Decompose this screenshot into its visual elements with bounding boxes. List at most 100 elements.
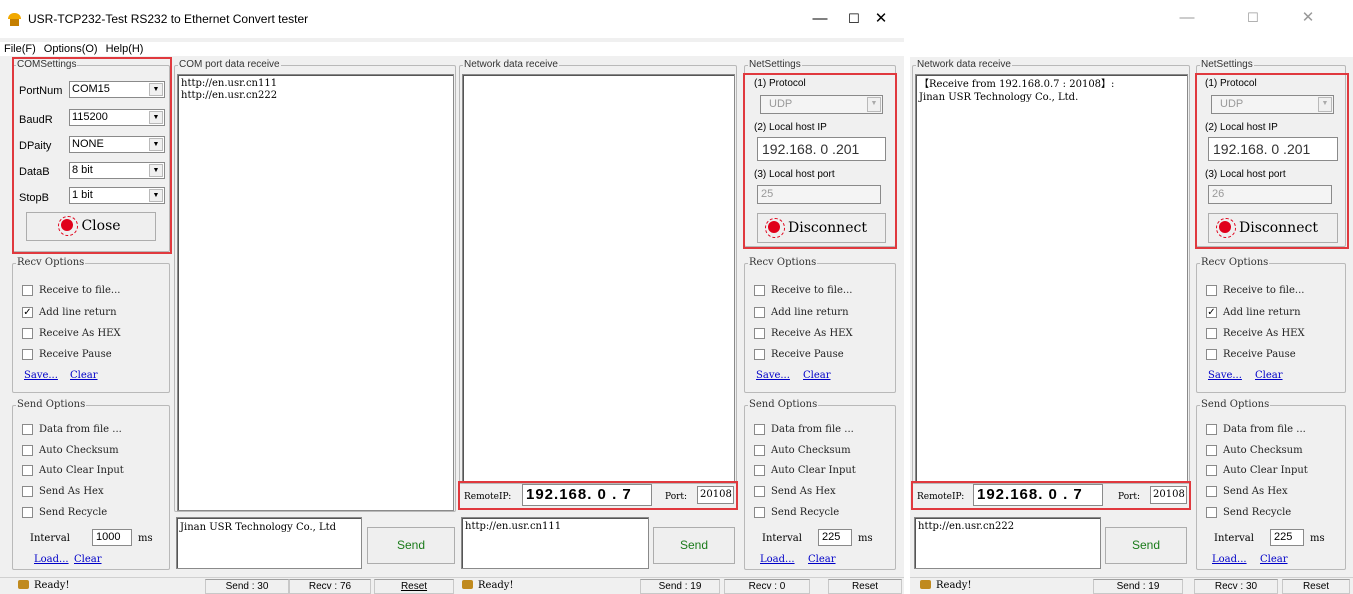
reset-button-2[interactable]: Reset [828,579,902,594]
protocol-select[interactable]: UDP ▼ [760,95,883,114]
add-line-return-checkbox[interactable]: ✓ Add line return [22,307,117,318]
add-line-return-checkbox[interactable]: Add line return [754,307,849,318]
com-send-button[interactable]: Send [367,527,455,564]
net-send-button-2[interactable]: Send [1105,527,1187,564]
send-as-hex-checkbox[interactable]: Send As Hex [754,486,836,497]
data-from-file-checkbox[interactable]: Data from file ... [22,424,122,435]
chevron-down-icon[interactable]: ▼ [149,111,163,124]
send-recycle-checkbox[interactable]: Send Recycle [22,507,107,518]
com-clear-send-link[interactable]: Clear [74,554,102,565]
checkbox-box[interactable] [22,285,33,296]
parity-select[interactable]: NONE ▼ [69,136,165,153]
save-link-2[interactable]: Save... [1208,370,1242,381]
port-num-select[interactable]: COM15 ▼ [69,81,165,98]
com-clear-recv-link[interactable]: Clear [70,370,98,381]
baud-rate-select[interactable]: 115200 ▼ [69,109,165,126]
checkbox-box[interactable] [754,349,765,360]
checkbox-box[interactable]: ✓ [1206,307,1217,318]
close-window-button[interactable]: ✕ [858,6,904,32]
remote-port-input-2[interactable]: 20108 [1150,486,1187,504]
minimize-button-2[interactable]: — [1164,5,1210,31]
net-load-link[interactable]: Load... [760,554,795,565]
receive-pause-checkbox[interactable]: Receive Pause [22,349,112,360]
checkbox-box[interactable] [1206,507,1217,518]
send-recycle-checkbox[interactable]: Send Recycle [1206,507,1291,518]
checkbox-box[interactable] [1206,328,1217,339]
remote-ip-input[interactable]: 192.168. 0 . 7 [522,484,652,506]
local-port-input[interactable]: 25 [757,185,881,204]
local-ip-input-2[interactable]: 192.168. 0 .201 [1208,137,1338,161]
checkbox-box[interactable] [1206,465,1217,476]
protocol-select-2[interactable]: UDP ▼ [1211,95,1334,114]
remote-ip-input-2[interactable]: 192.168. 0 . 7 [973,484,1103,506]
receive-pause-checkbox[interactable]: Receive Pause [1206,349,1296,360]
checkbox-box[interactable] [22,486,33,497]
stop-bits-select[interactable]: 1 bit ▼ [69,187,165,204]
reset-button-1[interactable]: Reset [374,579,454,594]
interval-input[interactable]: 225 [1270,529,1304,546]
checkbox-box[interactable] [22,328,33,339]
checkbox-box[interactable] [22,507,33,518]
auto-checksum-checkbox[interactable]: Auto Checksum [22,445,119,456]
chevron-down-icon[interactable]: ▼ [1318,97,1332,112]
data-from-file-checkbox[interactable]: Data from file ... [1206,424,1306,435]
receive-as-hex-checkbox[interactable]: Receive As HEX [1206,328,1305,339]
receive-as-hex-checkbox[interactable]: Receive As HEX [22,328,121,339]
checkbox-box[interactable] [754,285,765,296]
checkbox-box[interactable] [754,424,765,435]
send-as-hex-checkbox[interactable]: Send As Hex [1206,486,1288,497]
net-save-link[interactable]: Save... [756,370,790,381]
net-clear-recv-link[interactable]: Clear [803,370,831,381]
checkbox-box[interactable] [22,465,33,476]
receive-to-file-checkbox[interactable]: Receive to file... [754,285,852,296]
checkbox-box[interactable] [22,445,33,456]
load-link-2[interactable]: Load... [1212,554,1247,565]
checkbox-box[interactable] [754,307,765,318]
checkbox-box[interactable] [1206,486,1217,497]
clear-recv-link-2[interactable]: Clear [1255,370,1283,381]
interval-input[interactable]: 1000 [92,529,132,546]
com-save-link[interactable]: Save... [24,370,58,381]
checkbox-box[interactable] [22,349,33,360]
checkbox-box[interactable]: ✓ [22,307,33,318]
checkbox-box[interactable] [754,486,765,497]
local-port-input-2[interactable]: 26 [1208,185,1332,204]
com-load-link[interactable]: Load... [34,554,69,565]
receive-pause-checkbox[interactable]: Receive Pause [754,349,844,360]
data-from-file-checkbox[interactable]: Data from file ... [754,424,854,435]
add-line-return-checkbox[interactable]: ✓ Add line return [1206,307,1301,318]
auto-clear-input-checkbox[interactable]: Auto Clear Input [754,465,856,476]
auto-checksum-checkbox[interactable]: Auto Checksum [754,445,851,456]
disconnect-button[interactable]: Disconnect [757,213,886,243]
checkbox-box[interactable] [754,328,765,339]
maximize-button-2[interactable]: ☐ [1230,5,1276,31]
net-clear-send-link[interactable]: Clear [808,554,836,565]
auto-clear-input-checkbox[interactable]: Auto Clear Input [1206,465,1308,476]
checkbox-box[interactable] [1206,349,1217,360]
checkbox-box[interactable] [1206,445,1217,456]
checkbox-box[interactable] [754,465,765,476]
checkbox-box[interactable] [22,424,33,435]
receive-to-file-checkbox[interactable]: Receive to file... [22,285,120,296]
checkbox-box[interactable] [754,445,765,456]
net-send-button[interactable]: Send [653,527,735,564]
net-send-textarea[interactable]: http://en.usr.cn111 [461,517,649,569]
clear-send-link-2[interactable]: Clear [1260,554,1288,565]
receive-as-hex-checkbox[interactable]: Receive As HEX [754,328,853,339]
menu-help[interactable]: Help(H) [106,42,144,56]
net-send-textarea-2[interactable]: http://en.usr.cn222 [914,517,1101,569]
remote-port-input[interactable]: 20108 [697,486,734,504]
chevron-down-icon[interactable]: ▼ [149,164,163,177]
menu-file[interactable]: File(F) [4,42,36,56]
com-close-button[interactable]: Close [26,212,156,241]
close-window-button-2[interactable]: ✕ [1285,5,1331,31]
checkbox-box[interactable] [1206,285,1217,296]
auto-clear-input-checkbox[interactable]: Auto Clear Input [22,465,124,476]
menu-options[interactable]: Options(O) [44,42,98,56]
interval-input[interactable]: 225 [818,529,852,546]
chevron-down-icon[interactable]: ▼ [149,189,163,202]
net-receive-textarea[interactable] [462,74,735,482]
data-bits-select[interactable]: 8 bit ▼ [69,162,165,179]
local-ip-input[interactable]: 192.168. 0 .201 [757,137,886,161]
send-as-hex-checkbox[interactable]: Send As Hex [22,486,104,497]
